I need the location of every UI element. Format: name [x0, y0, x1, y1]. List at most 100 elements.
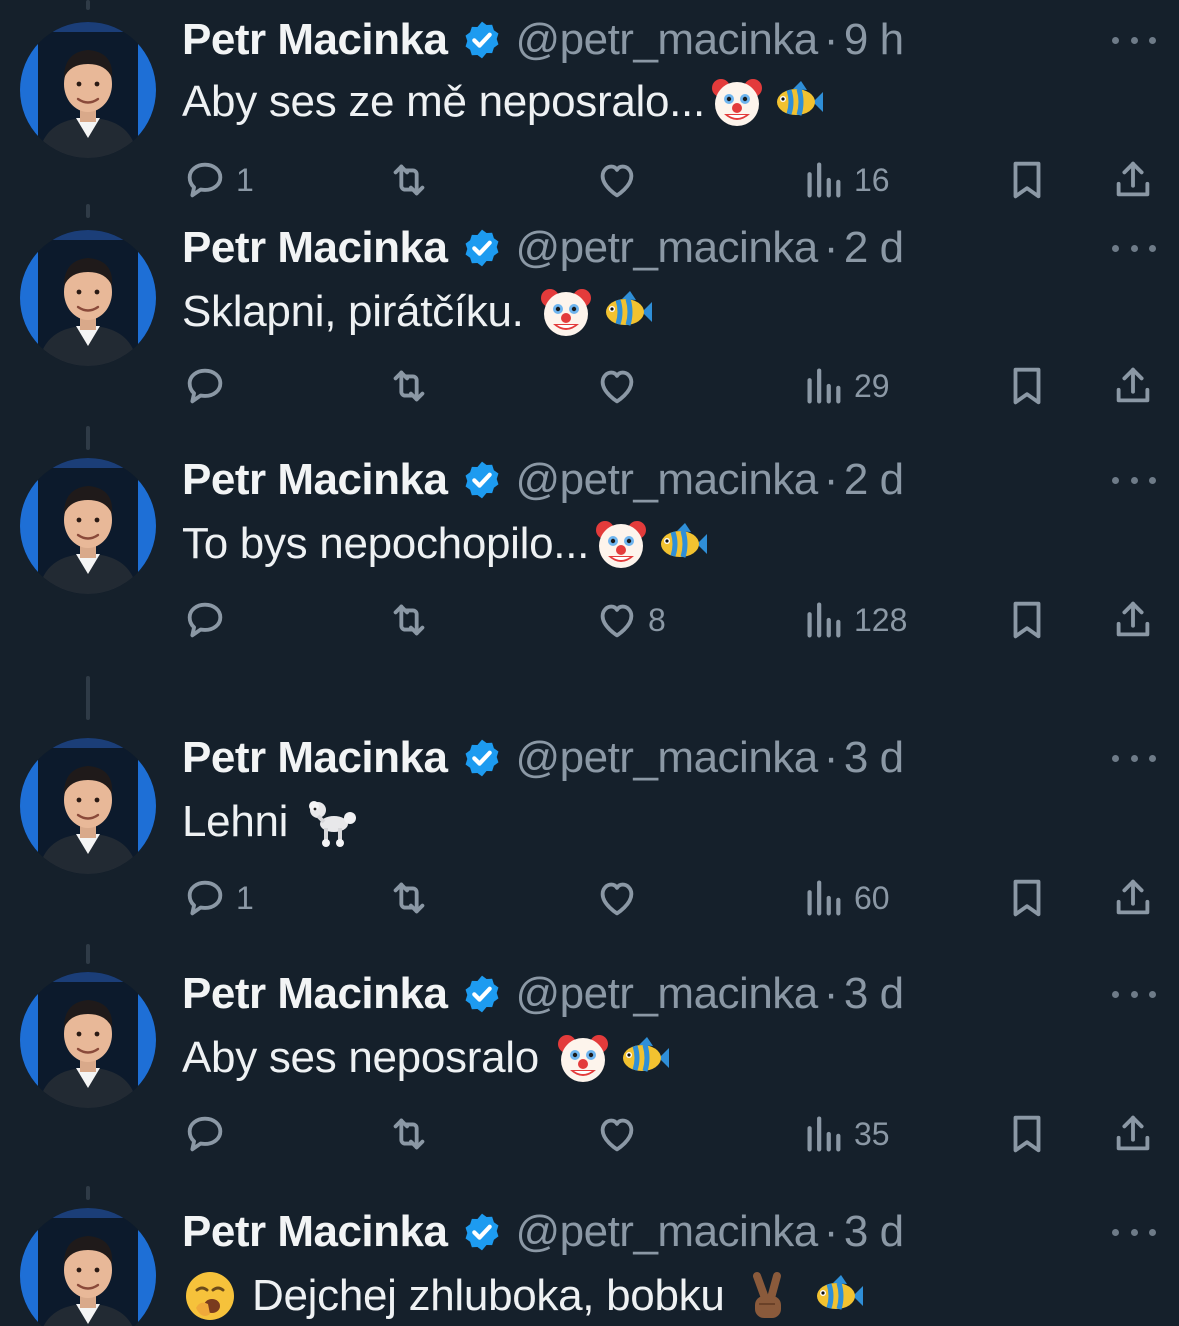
- like-button[interactable]: [594, 358, 640, 414]
- views-button[interactable]: 16: [800, 152, 890, 208]
- share-button[interactable]: [1110, 358, 1156, 414]
- tweet[interactable]: Petr Macinka @petr_macinka · 3 d Aby ses…: [0, 944, 1179, 1186]
- author-name[interactable]: Petr Macinka: [182, 455, 448, 505]
- tweet-text: Lehni: [182, 790, 360, 854]
- like-button[interactable]: [594, 152, 640, 208]
- share-icon: [1110, 597, 1156, 643]
- retweet-icon: [386, 157, 432, 203]
- author-handle[interactable]: @petr_macinka: [515, 733, 818, 783]
- author-handle[interactable]: @petr_macinka: [515, 1207, 818, 1257]
- thread-line: [86, 1186, 90, 1200]
- tropical-fish-icon: [653, 516, 709, 572]
- reply-button[interactable]: [182, 592, 228, 648]
- more-options-icon[interactable]: [1112, 1222, 1156, 1242]
- separator-dot: ·: [823, 15, 839, 64]
- bookmark-icon: [1004, 363, 1050, 409]
- more-options-icon[interactable]: [1112, 238, 1156, 258]
- author-handle[interactable]: @petr_macinka: [515, 455, 818, 505]
- share-button[interactable]: [1110, 870, 1156, 926]
- timestamp[interactable]: 3 d: [844, 1207, 904, 1257]
- author-name[interactable]: Petr Macinka: [182, 1207, 448, 1257]
- tweet[interactable]: Petr Macinka @petr_macinka · 9 h Aby ses…: [0, 0, 1179, 208]
- share-button[interactable]: [1110, 152, 1156, 208]
- retweet-icon: [386, 1111, 432, 1157]
- verified-badge-icon: [461, 459, 503, 501]
- tweet-text: Aby ses neposralo: [182, 1026, 671, 1090]
- retweet-icon: [386, 597, 432, 643]
- views-icon: [800, 157, 846, 203]
- views-button[interactable]: 128: [800, 592, 907, 648]
- tweet-text: Aby ses ze mě neposralo...: [182, 70, 825, 134]
- views-button[interactable]: 29: [800, 358, 890, 414]
- share-icon: [1110, 1111, 1156, 1157]
- verified-badge-icon: [461, 1211, 503, 1253]
- like-button[interactable]: [594, 1106, 640, 1162]
- heart-icon: [594, 875, 640, 921]
- bookmark-button[interactable]: [1004, 592, 1050, 648]
- bookmark-button[interactable]: [1004, 870, 1050, 926]
- tweet[interactable]: Petr Macinka @petr_macinka · 3 d Dejchej…: [0, 1186, 1179, 1326]
- share-icon: [1110, 875, 1156, 921]
- retweet-button[interactable]: [386, 1106, 432, 1162]
- victory-hand-icon: [739, 1268, 795, 1324]
- author-handle[interactable]: @petr_macinka: [515, 969, 818, 1019]
- yawning-face-icon: [182, 1268, 238, 1324]
- avatar[interactable]: [20, 738, 156, 874]
- more-options-icon[interactable]: [1112, 470, 1156, 490]
- share-button[interactable]: [1110, 592, 1156, 648]
- views-button[interactable]: 60: [800, 870, 890, 926]
- clown-face-icon: [593, 516, 649, 572]
- tweet[interactable]: Petr Macinka @petr_macinka · 2 d To bys …: [0, 426, 1179, 690]
- tweet-text: Dejchej zhluboka, bobku: [182, 1264, 865, 1326]
- timestamp[interactable]: 2 d: [844, 455, 904, 505]
- views-button[interactable]: 35: [800, 1106, 890, 1162]
- more-options-icon[interactable]: [1112, 748, 1156, 768]
- avatar[interactable]: [20, 458, 156, 594]
- avatar[interactable]: [20, 1208, 156, 1326]
- author-name[interactable]: Petr Macinka: [182, 15, 448, 65]
- like-button[interactable]: 8: [594, 592, 666, 648]
- author-handle[interactable]: @petr_macinka: [515, 223, 818, 273]
- reply-button[interactable]: [182, 358, 228, 414]
- timestamp[interactable]: 2 d: [844, 223, 904, 273]
- reply-icon: [182, 597, 228, 643]
- reply-button[interactable]: 1: [182, 152, 254, 208]
- retweet-button[interactable]: [386, 870, 432, 926]
- bookmark-button[interactable]: [1004, 152, 1050, 208]
- retweet-button[interactable]: [386, 152, 432, 208]
- bookmark-icon: [1004, 597, 1050, 643]
- timestamp[interactable]: 9 h: [844, 15, 904, 65]
- view-count: 35: [854, 1115, 890, 1152]
- tweet-text-content: Aby ses ze mě neposralo...: [182, 77, 705, 126]
- separator-dot: ·: [823, 455, 839, 504]
- avatar[interactable]: [20, 972, 156, 1108]
- timestamp[interactable]: 3 d: [844, 969, 904, 1019]
- tweet[interactable]: Petr Macinka @petr_macinka · 3 d Lehni 1…: [0, 676, 1179, 950]
- more-options-icon[interactable]: [1112, 984, 1156, 1004]
- author-name[interactable]: Petr Macinka: [182, 733, 448, 783]
- view-count: 29: [854, 367, 890, 404]
- bookmark-button[interactable]: [1004, 358, 1050, 414]
- more-options-icon[interactable]: [1112, 30, 1156, 50]
- like-count: 8: [648, 601, 666, 638]
- author-name[interactable]: Petr Macinka: [182, 969, 448, 1019]
- reply-button[interactable]: 1: [182, 870, 254, 926]
- author-name[interactable]: Petr Macinka: [182, 223, 448, 273]
- share-button[interactable]: [1110, 1106, 1156, 1162]
- reply-button[interactable]: [182, 1106, 228, 1162]
- clown-face-icon: [538, 284, 594, 340]
- retweet-button[interactable]: [386, 592, 432, 648]
- bookmark-button[interactable]: [1004, 1106, 1050, 1162]
- like-button[interactable]: [594, 870, 640, 926]
- retweet-button[interactable]: [386, 358, 432, 414]
- tweet[interactable]: Petr Macinka @petr_macinka · 2 d Sklapni…: [0, 204, 1179, 436]
- timestamp[interactable]: 3 d: [844, 733, 904, 783]
- thread-line: [86, 676, 90, 720]
- avatar[interactable]: [20, 230, 156, 366]
- tropical-fish-icon: [598, 284, 654, 340]
- avatar[interactable]: [20, 22, 156, 158]
- view-count: 16: [854, 161, 890, 198]
- thread-line: [86, 426, 90, 450]
- author-handle[interactable]: @petr_macinka: [515, 15, 818, 65]
- heart-icon: [594, 597, 640, 643]
